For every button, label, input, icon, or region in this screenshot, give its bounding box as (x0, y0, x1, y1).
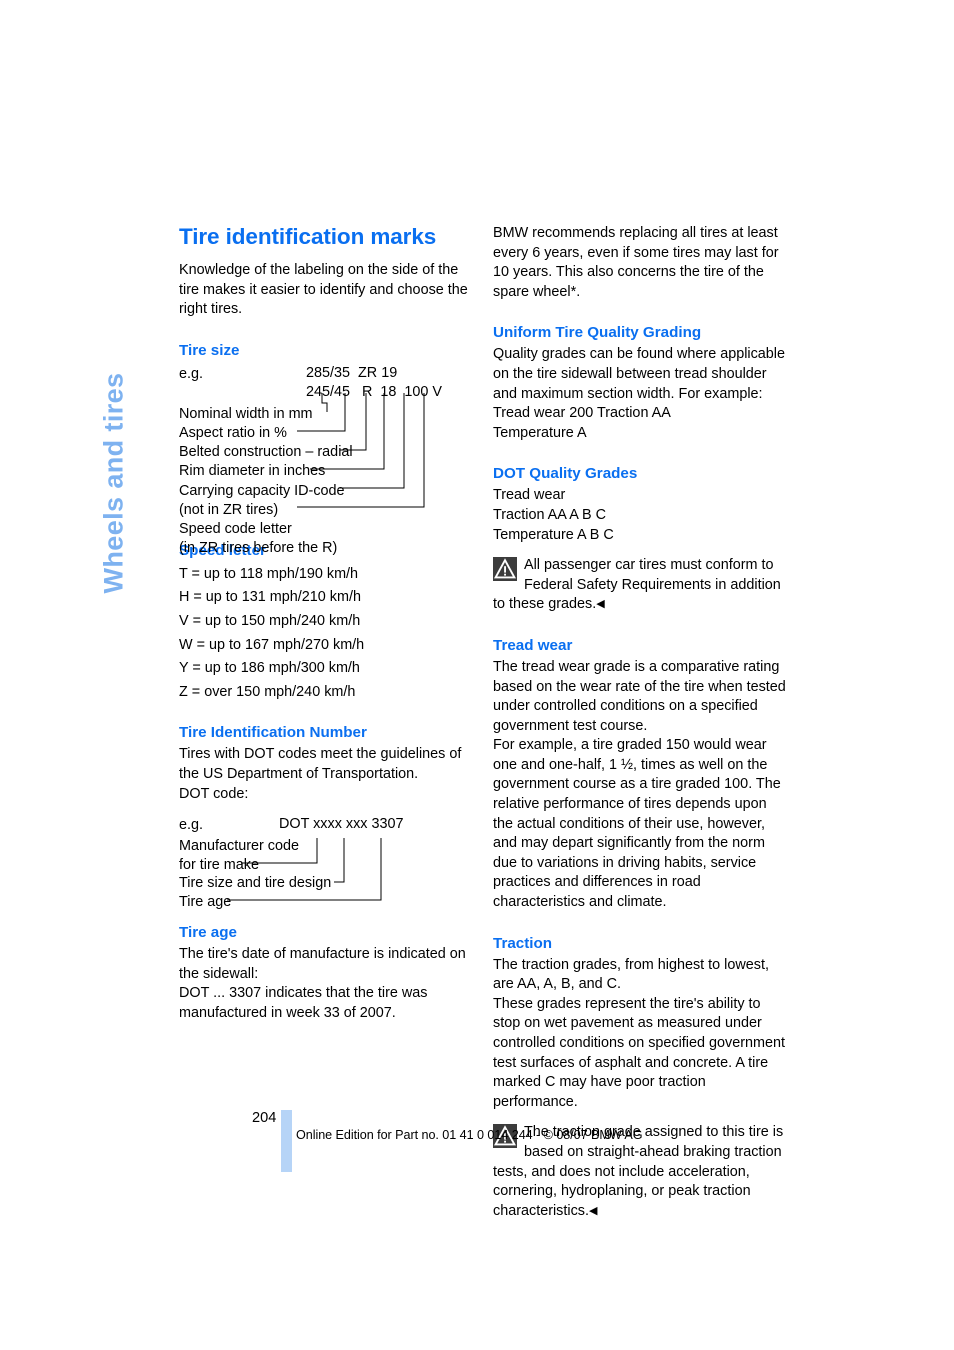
heading-uniform-tire-quality-grading: Uniform Tire Quality Grading (493, 324, 702, 342)
left-column: Tire identification marks Knowledge of t… (179, 224, 475, 1024)
heading-tire-size: Tire size (179, 341, 240, 359)
page-title: Tire identification marks (179, 224, 437, 249)
speed-letter-list: T = up to 118 mph/190 km/h H = up to 131… (179, 565, 475, 703)
tire-size-label-1: Aspect ratio in % (179, 424, 287, 441)
tire-size-label-4: Carrying capacity ID-code (179, 482, 345, 499)
chapter-tab-label: Wheels and tires (98, 372, 129, 594)
speed-letter-row-3: W = up to 167 mph/270 km/h (179, 636, 365, 653)
dot-quality-row-2: Temperature A B C (493, 526, 614, 543)
intro-paragraph: Knowledge of the labeling on the side of… (179, 262, 468, 318)
tire-size-code-line-1: 285/35 ZR 19 (306, 364, 398, 381)
utqg-example-2: Temperature A (493, 424, 587, 441)
tire-size-label-2: Belted construction – radial (179, 444, 353, 461)
dot-quality-row-1: Traction AA A B C (493, 506, 607, 523)
warning-triangle-icon (493, 557, 517, 582)
heading-traction: Traction (493, 934, 553, 952)
dot-code-label: DOT code: (179, 785, 249, 802)
tire-size-code: 285/35 ZR 19 245/45 R 18 100 V (306, 364, 442, 402)
tire-age-body-2: DOT ... 3307 indicates that the tire was… (179, 985, 428, 1021)
tire-size-label-7: (in ZR tires before the R) (179, 540, 338, 557)
dot-quality-warning-note: All passenger car tires must conform to … (493, 556, 789, 615)
dot-label-2: Tire size and tire design (179, 875, 332, 892)
traction-body-1: The traction grades, from highest to low… (493, 956, 769, 993)
heading-tire-age: Tire age (179, 924, 237, 942)
tire-size-label-3: Rim diameter in inches (179, 463, 326, 480)
tread-wear-body-1: The tread wear grade is a comparative ra… (493, 658, 786, 734)
dot-label-list: Manufacturer code for tire make Tire siz… (179, 837, 331, 911)
utqg-example-1: Tread wear 200 Traction AA (493, 405, 671, 422)
dot-quality-row-0: Tread wear (493, 487, 566, 504)
tire-size-diagram: e.g. 285/35 ZR 19 245/45 R 18 100 V Nomi… (179, 364, 475, 556)
right-intro-paragraph: BMW recommends replacing all tires at le… (493, 225, 779, 300)
tin-body: Tires with DOT codes meet the guidelines… (179, 746, 462, 782)
dot-label-1: for tire make (179, 856, 259, 873)
footer-text: Online Edition for Part no. 01 41 0 014 … (296, 1128, 643, 1142)
speed-letter-row-5: Z = over 150 mph/240 km/h (179, 683, 356, 700)
tire-size-label-0: Nominal width in mm (179, 405, 313, 422)
heading-dot-quality-grades: DOT Quality Grades (493, 465, 638, 483)
traction-warning-endmark: ◀ (588, 1204, 598, 1217)
tire-size-label-list: Nominal width in mm Aspect ratio in % Be… (179, 405, 353, 559)
heading-tire-identification-number: Tire Identification Number (179, 724, 367, 742)
dot-label-3: Tire age (179, 893, 232, 910)
tire-size-code-line-2: 245/45 R 18 100 V (306, 383, 443, 400)
heading-tread-wear: Tread wear (493, 636, 573, 654)
traction-body-2: These grades represent the tire's abilit… (493, 995, 785, 1110)
speed-letter-row-2: V = up to 150 mph/240 km/h (179, 612, 361, 629)
page-number: 204 (252, 1110, 277, 1126)
speed-letter-row-4: Y = up to 186 mph/300 km/h (179, 660, 360, 677)
dot-code-diagram: e.g. DOT xxxx xxx 3307 Manufacturer code… (179, 816, 475, 910)
tread-wear-body-2: For example, a tire graded 150 would wea… (493, 737, 781, 911)
tire-size-eg-label: e.g. (179, 365, 204, 382)
tire-age-body-1: The tire's date of manufacture is indica… (179, 946, 466, 982)
tire-size-label-6: Speed code letter (179, 521, 292, 537)
footer-accent-bar (281, 1110, 292, 1172)
speed-letter-row-0: T = up to 118 mph/190 km/h (179, 565, 359, 582)
dot-quality-warning-text: All passenger car tires must conform to … (493, 557, 781, 613)
tire-size-label-5: (not in ZR tires) (179, 501, 279, 518)
dot-quality-warning-endmark: ◀ (596, 598, 605, 611)
dot-label-0: Manufacturer code (179, 838, 299, 855)
speed-letter-row-1: H = up to 131 mph/210 km/h (179, 589, 361, 606)
right-column: BMW recommends replacing all tires at le… (493, 224, 789, 1221)
utqg-body: Quality grades can be found where applic… (493, 346, 786, 402)
manual-page: Wheels and tires Tire identification mar… (0, 0, 954, 1350)
